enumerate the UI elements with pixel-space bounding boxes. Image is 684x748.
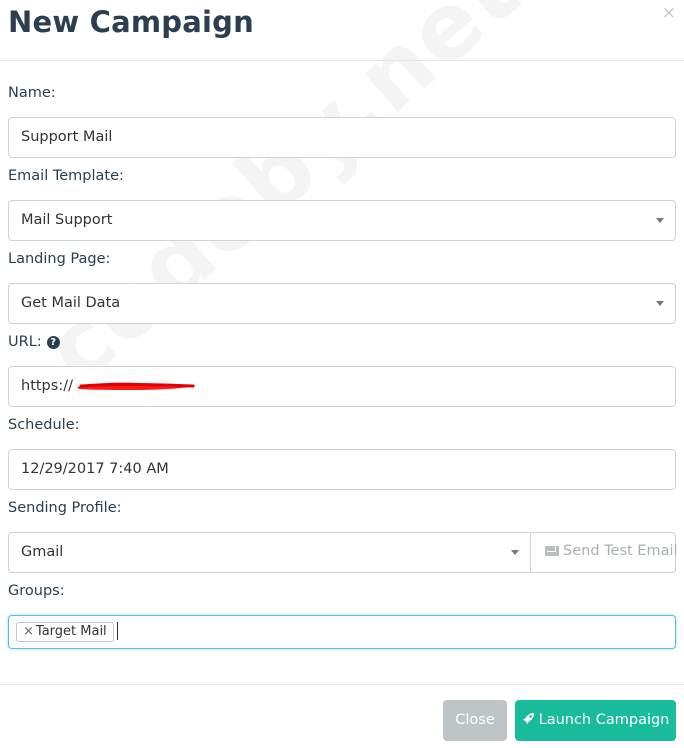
- modal-title: New Campaign: [8, 5, 254, 39]
- close-button[interactable]: Close: [443, 700, 507, 741]
- schedule-input[interactable]: 12/29/2017 7:40 AM: [8, 449, 676, 490]
- groups-input[interactable]: × Target Mail: [8, 615, 676, 649]
- url-value: https://: [21, 378, 73, 394]
- rocket-icon: [522, 700, 535, 741]
- redaction-scribble: [77, 382, 196, 390]
- group-tag: × Target Mail: [16, 622, 114, 642]
- groups-label: Groups:: [8, 583, 65, 599]
- name-input[interactable]: Support Mail: [8, 117, 676, 158]
- url-label-text: URL:: [8, 334, 42, 350]
- email-template-select[interactable]: Mail Support: [8, 200, 676, 241]
- launch-campaign-label: Launch Campaign: [538, 712, 670, 728]
- close-icon[interactable]: ×: [662, 3, 676, 23]
- email-template-label: Email Template:: [8, 168, 124, 184]
- footer-divider: [0, 684, 684, 685]
- schedule-label: Schedule:: [8, 417, 80, 433]
- url-input[interactable]: https://: [8, 366, 676, 407]
- send-test-email-button[interactable]: Send Test Email: [530, 532, 678, 573]
- landing-page-select[interactable]: Get Mail Data: [8, 283, 676, 324]
- landing-page-label: Landing Page:: [8, 251, 111, 267]
- chevron-down-icon: [656, 301, 664, 306]
- name-label: Name:: [8, 85, 56, 101]
- launch-campaign-button[interactable]: Launch Campaign: [515, 700, 676, 741]
- envelope-icon: [545, 546, 559, 556]
- sending-profile-group: Gmail Send Test Email: [8, 532, 678, 573]
- chevron-down-icon: [511, 550, 519, 555]
- email-template-value: Mail Support: [21, 212, 113, 228]
- sending-profile-select[interactable]: Gmail: [9, 533, 530, 572]
- send-test-email-label: Send Test Email: [563, 543, 678, 559]
- landing-page-value: Get Mail Data: [21, 295, 121, 311]
- modal-header: New Campaign ×: [0, 0, 684, 61]
- remove-tag-icon[interactable]: ×: [23, 624, 34, 639]
- group-tag-label: Target Mail: [35, 624, 107, 639]
- new-campaign-modal: codeby.net New Campaign × Name: Support …: [0, 0, 684, 748]
- text-cursor: [117, 622, 118, 640]
- url-label: URL:?: [8, 334, 60, 350]
- chevron-down-icon: [656, 218, 664, 223]
- question-circle-icon[interactable]: ?: [46, 336, 60, 349]
- sending-profile-value: Gmail: [21, 544, 64, 560]
- sending-profile-label: Sending Profile:: [8, 500, 122, 516]
